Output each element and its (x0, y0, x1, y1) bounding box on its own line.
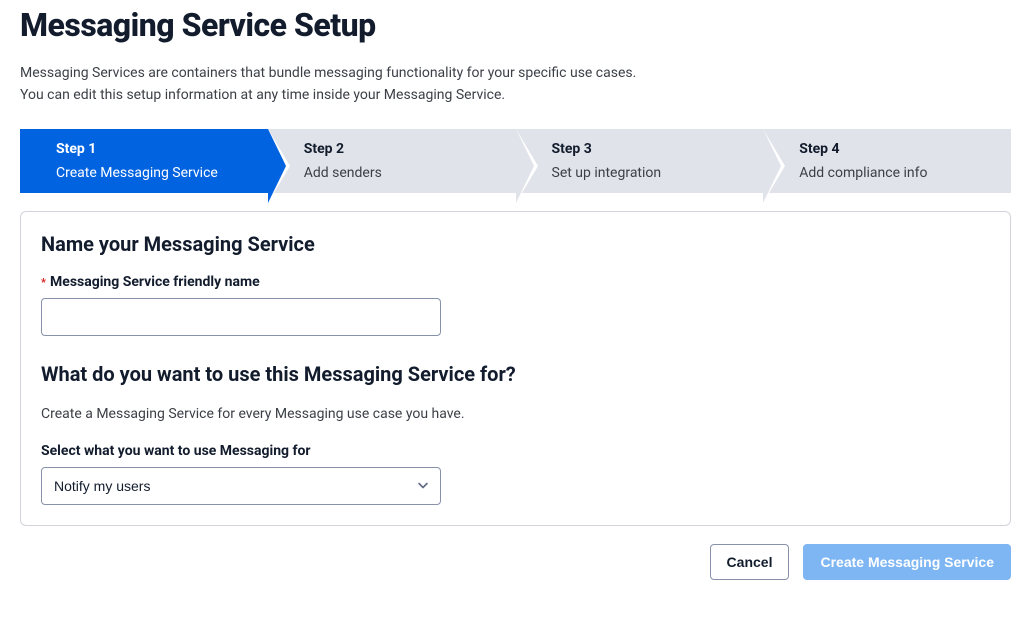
friendly-name-input[interactable] (41, 298, 441, 336)
step-number: Step 4 (799, 141, 991, 157)
step-4-add-compliance-info[interactable]: Step 4 Add compliance info (763, 129, 1011, 193)
footer-actions: Cancel Create Messaging Service (20, 544, 1011, 580)
step-number: Step 3 (552, 141, 744, 157)
create-messaging-service-button[interactable]: Create Messaging Service (803, 544, 1011, 580)
friendly-name-label: * Messaging Service friendly name (41, 274, 990, 290)
page-description: Messaging Services are containers that b… (20, 62, 1011, 107)
step-3-set-up-integration[interactable]: Step 3 Set up integration (516, 129, 764, 193)
step-number: Step 2 (304, 141, 496, 157)
step-1-create-service[interactable]: Step 1 Create Messaging Service (20, 129, 268, 193)
setup-card: Name your Messaging Service * Messaging S… (20, 211, 1011, 526)
step-label: Add senders (304, 165, 496, 181)
purpose-select-wrapper: Notify my users (41, 467, 441, 505)
step-label: Create Messaging Service (56, 165, 248, 181)
description-line-1: Messaging Services are containers that b… (20, 62, 1011, 84)
setup-stepper: Step 1 Create Messaging Service Step 2 A… (20, 129, 1011, 193)
step-label: Set up integration (552, 165, 744, 181)
step-2-add-senders[interactable]: Step 2 Add senders (268, 129, 516, 193)
cancel-button[interactable]: Cancel (710, 544, 790, 580)
name-section-title: Name your Messaging Service (41, 232, 990, 256)
page-title: Messaging Service Setup (20, 6, 1011, 44)
friendly-name-label-text: Messaging Service friendly name (50, 274, 260, 290)
step-label: Add compliance info (799, 165, 991, 181)
step-number: Step 1 (56, 141, 248, 157)
purpose-section-title: What do you want to use this Messaging S… (41, 362, 990, 386)
required-indicator-icon: * (41, 276, 46, 289)
purpose-select[interactable]: Notify my users (41, 467, 441, 505)
purpose-select-label: Select what you want to use Messaging fo… (41, 443, 990, 459)
purpose-help-text: Create a Messaging Service for every Mes… (41, 404, 990, 425)
description-line-2: You can edit this setup information at a… (20, 84, 1011, 106)
